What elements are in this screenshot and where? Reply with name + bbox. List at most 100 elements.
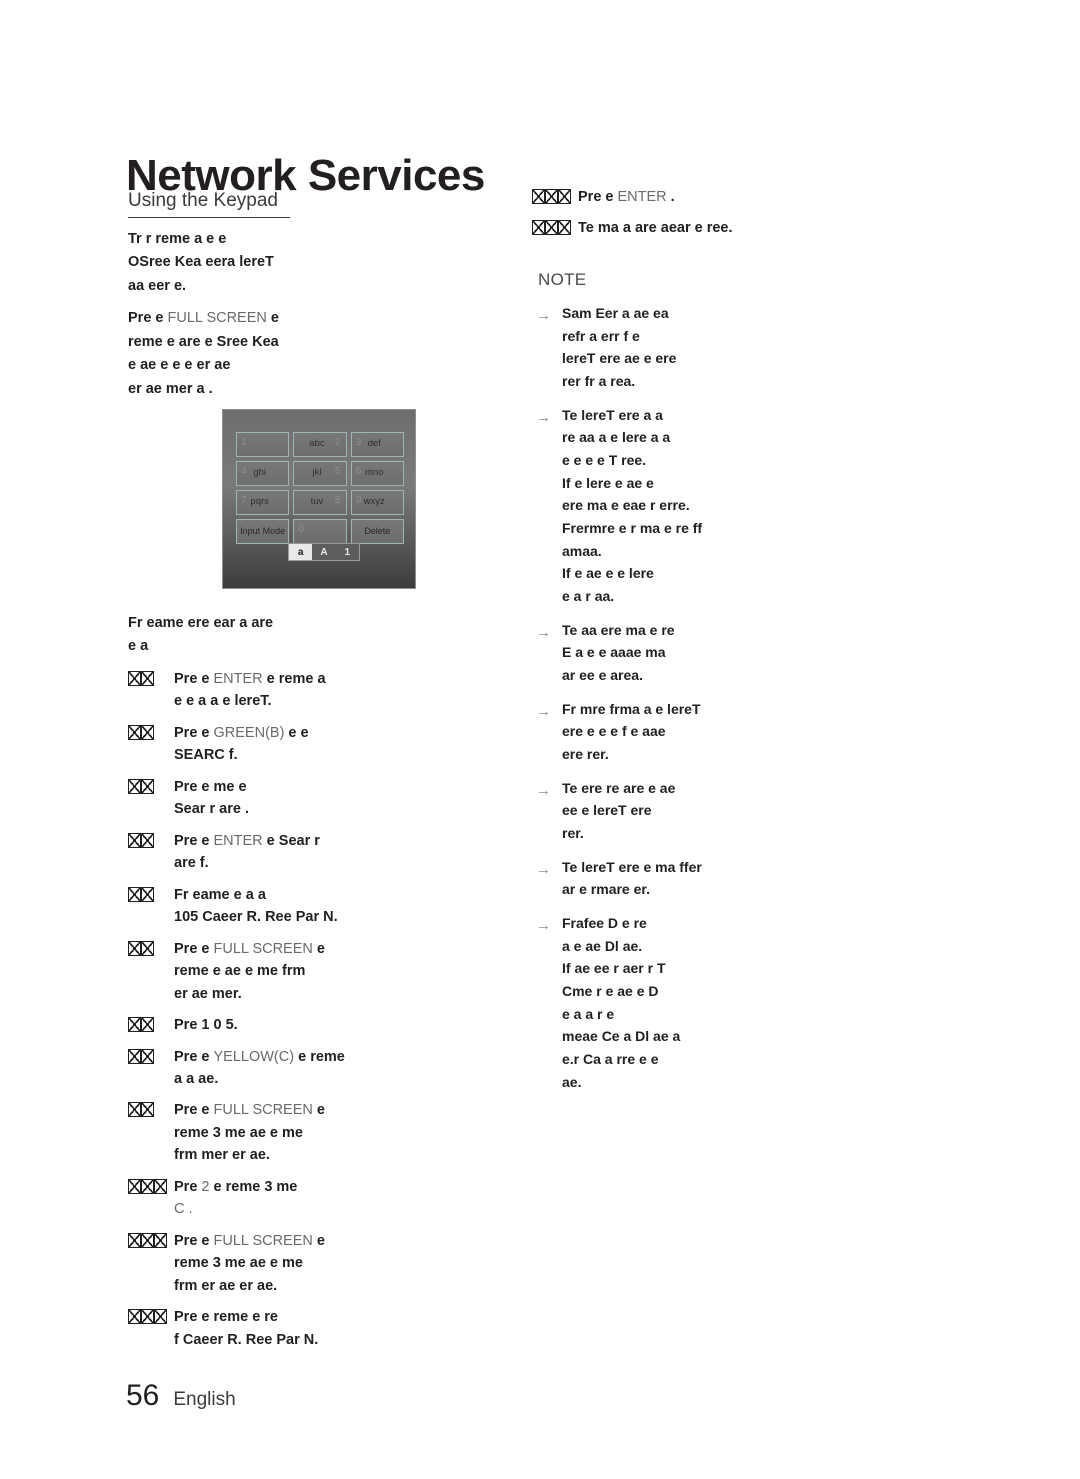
step-item: Pre e reme e re f Caeer R. Ree Par N.	[128, 1306, 468, 1351]
step-item: Te ma a are aear e ree.	[532, 217, 880, 239]
right-column: Pre e ENTER . Te ma a are aear e ree. NOT…	[532, 186, 880, 1104]
keypad-key[interactable]: 2 abc	[293, 432, 347, 457]
step-text: er ae mer.	[174, 985, 242, 1002]
step-key-label: 2	[201, 1178, 210, 1195]
step-marker-box-icon	[128, 831, 154, 853]
keypad-key[interactable]: 5 jkl	[293, 461, 347, 486]
step-text: e Sear r	[262, 832, 320, 849]
arrow-right-icon: →	[536, 860, 551, 878]
step-text: Te ma a are aear e ree.	[578, 220, 733, 237]
keypad-row: Input Mode 0 Delete	[236, 519, 404, 544]
step-text: Pre e	[174, 1048, 214, 1065]
note-text-line: If e ae e e lere	[562, 565, 654, 582]
step-text: reme 3 me ae e me	[174, 1255, 303, 1272]
note-text-line: refr a err f e	[562, 327, 640, 344]
keypad-key[interactable]: 8 tuv	[293, 490, 347, 515]
arrow-right-icon: →	[536, 408, 551, 426]
note-text-line: Frafee D e re	[562, 915, 647, 932]
step-marker-box-icon	[128, 939, 154, 961]
keypad-row: 4 ghi 5 jkl 6 mno	[236, 461, 404, 486]
intro-paragraph-a: Tr r reme a e e OSree Kea eera lereT aa …	[128, 228, 463, 298]
intro-paragraph-b: Pre e FULL SCREEN e reme e are e Sree Ke…	[128, 307, 463, 401]
intro-press-prefix: Pre e	[128, 310, 168, 327]
page-language: English	[173, 1389, 236, 1410]
step-key-label: ENTER	[213, 832, 263, 849]
step-item: Pre 2 e reme 3 me C .	[128, 1176, 468, 1221]
keypad-key-number: 0	[298, 523, 305, 535]
keypad-key[interactable]: 7 pqrs	[236, 490, 290, 515]
keypad-key[interactable]: Input Mode	[236, 519, 290, 544]
step-text: e reme 3 me	[209, 1178, 298, 1195]
note-text-line: rer fr a rea.	[562, 372, 636, 389]
keypad-mode-option[interactable]: 1	[336, 544, 359, 560]
note-text-line: a e ae Dl ae.	[562, 937, 643, 954]
step-text: Pre e me e	[174, 778, 247, 795]
keypad-steps-list: Pre e ENTER e reme ae e a a e lereT. Pre …	[128, 668, 468, 1351]
keypad-key[interactable]: 1	[236, 432, 290, 457]
step-text: .	[666, 189, 675, 205]
step-item: Pre e me e Sear r are .	[128, 776, 468, 821]
note-item: → Sam Eer a ae ea refr a err f e lereT ere …	[532, 302, 880, 393]
step-text: e	[312, 1102, 325, 1119]
section-title: Using the Keypad	[128, 190, 290, 218]
note-text-line: Frermre e r ma e re ff	[562, 519, 703, 536]
step-item: Pre e FULL SCREEN e reme 3 me ae e me frm …	[128, 1099, 468, 1166]
intro-line-4: reme e are e Sree Kea	[128, 333, 279, 350]
step-key-label: C .	[174, 1201, 193, 1218]
step-text: a a ae.	[174, 1071, 219, 1087]
keypad-key-letters: pqrs	[250, 496, 269, 507]
keypad-key-letters: Delete	[364, 526, 391, 536]
note-text-line: re aa a e lere a a	[562, 429, 671, 446]
step-text: Pre	[174, 1178, 202, 1195]
step-marker-box-icon	[128, 1307, 167, 1329]
step-text: e	[312, 940, 325, 957]
step-marker-box-icon	[128, 723, 154, 745]
step-key-label: ENTER	[617, 189, 667, 205]
keypad-key[interactable]: 0	[293, 519, 347, 544]
keypad-mode-option[interactable]: A	[312, 544, 335, 560]
keypad-key-letters: ghi	[253, 467, 266, 478]
note-text-line: Sam Eer a ae ea	[562, 304, 669, 321]
note-text-line: ere e e e f e aae	[562, 723, 666, 740]
step-text: Pre e	[174, 832, 214, 849]
step-text: Fr eame e a a	[174, 886, 266, 903]
step-text: Pre e	[174, 1232, 214, 1249]
note-item: → Frafee D e re a e ae Dl ae. If ae ee r ae…	[532, 912, 880, 1093]
step-text: e e	[284, 724, 309, 741]
step-text: Pre e	[174, 940, 214, 957]
keypad-key[interactable]: 4 ghi	[236, 461, 290, 486]
intro-line-2: OSree Kea eera lereT	[128, 254, 274, 271]
step-marker-box-icon	[128, 1015, 154, 1037]
intro-press-suffix: e	[266, 310, 279, 327]
keypad-key-number: 1	[241, 436, 247, 448]
note-item: → Te ere re are e ae ee e lereT ere rer.	[532, 777, 880, 845]
note-text-line: meae Ce a Dl ae a	[562, 1028, 681, 1045]
arrow-right-icon: →	[536, 623, 551, 641]
step-item: Pre e ENTER e reme a e e a a e lereT.	[128, 668, 468, 713]
step-marker-box-icon	[128, 1047, 154, 1069]
step-item: Pre 1 0 5.	[128, 1014, 468, 1036]
note-text-line: E a e e aaae ma	[562, 644, 666, 661]
note-list: → Sam Eer a ae ea refr a err f e lereT ere …	[532, 302, 880, 1094]
keypad-mode-toggle[interactable]: aA1	[288, 543, 360, 561]
keypad-key[interactable]: 3 def	[350, 432, 404, 457]
keypad-mode-option[interactable]: a	[289, 544, 313, 560]
step-key-label: ENTER	[213, 670, 263, 687]
step-text: reme e ae e me frm	[174, 963, 306, 980]
note-text-line: ae.	[562, 1073, 582, 1090]
keypad-key-letters: Input Mode	[240, 526, 286, 536]
note-text-line: lereT ere ae e ere	[562, 350, 677, 367]
right-steps-list: Pre e ENTER . Te ma a are aear e ree.	[532, 186, 880, 240]
note-text-line: ee e lereT ere	[562, 802, 652, 819]
keypad-key[interactable]: 9 wxyz	[350, 490, 404, 515]
keypad-key[interactable]: 6 mno	[350, 461, 404, 486]
note-text-line: ere rer.	[562, 746, 609, 763]
note-text-line: If e lere e ae e	[562, 474, 654, 491]
note-item: → Te lereT ere a a re aa a e lere a a e e e…	[532, 404, 880, 608]
keypad-key-letters: abc	[309, 438, 325, 449]
steps-subhead-line-2: e a	[128, 638, 149, 655]
arrow-right-icon: →	[536, 917, 551, 935]
step-key-label: YELLOW(C)	[213, 1048, 295, 1065]
keypad-key[interactable]: Delete	[350, 519, 404, 544]
step-key-label: GREEN(B)	[213, 724, 285, 741]
